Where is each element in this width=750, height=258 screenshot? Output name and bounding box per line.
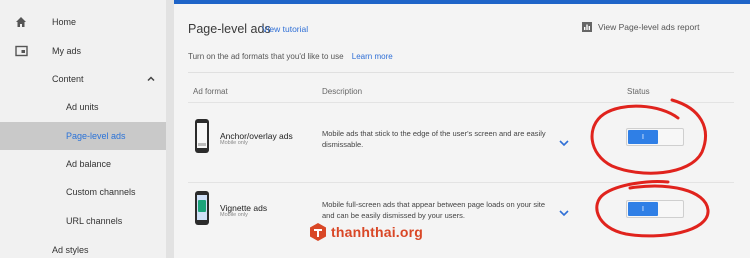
sidebar-item-label: My ads xyxy=(52,46,82,56)
intro-label: Turn on the ad formats that you'd like t… xyxy=(188,52,344,61)
watermark-text: thanhthai.org xyxy=(331,224,424,240)
toggle-on-knob: I xyxy=(628,202,658,216)
divider xyxy=(188,102,734,103)
column-header-ad-format: Ad format xyxy=(193,87,228,96)
sidebar-item-label: Page-level ads xyxy=(66,131,126,141)
home-icon xyxy=(14,15,28,29)
ad-format-subtitle: Mobile only xyxy=(220,140,248,146)
phone-screen xyxy=(197,195,207,220)
status-toggle-vignette[interactable]: I xyxy=(626,200,684,218)
sidebar-item-ad-units[interactable]: Ad units xyxy=(0,93,166,121)
ad-format-description: Mobile ads that stick to the edge of the… xyxy=(322,129,546,149)
divider xyxy=(188,182,734,183)
sidebar-item-content[interactable]: Content xyxy=(0,65,166,93)
ad-format-description: Mobile full-screen ads that appear betwe… xyxy=(322,200,546,220)
view-report-label: View Page-level ads report xyxy=(598,22,700,32)
phone-preview-anchor xyxy=(195,119,209,153)
toggle-on-knob: I xyxy=(628,130,658,144)
chevron-down-icon[interactable] xyxy=(558,135,570,147)
sidebar-item-label: Ad styles xyxy=(52,245,89,255)
watermark: thanhthai.org xyxy=(308,222,423,242)
chevron-up-icon[interactable] xyxy=(146,74,156,84)
column-header-status: Status xyxy=(627,87,650,96)
learn-more-link[interactable]: Learn more xyxy=(352,52,393,61)
sidebar-item-ad-styles[interactable]: Ad styles xyxy=(0,236,166,258)
anchor-ad-bar xyxy=(198,143,206,146)
sidebar-item-label: Ad balance xyxy=(66,159,112,169)
ads-icon xyxy=(14,44,28,58)
sidebar-item-custom-channels[interactable]: Custom channels xyxy=(0,178,166,206)
sidebar-item-label: URL channels xyxy=(66,216,123,226)
column-header-description: Description xyxy=(322,87,363,96)
sidebar-item-label: Custom channels xyxy=(66,187,136,197)
view-report-link[interactable]: View Page-level ads report xyxy=(582,22,699,32)
sidebar-item-label: Content xyxy=(52,74,84,84)
vignette-ad-card xyxy=(198,200,206,212)
phone-screen xyxy=(197,123,207,148)
status-toggle-anchor[interactable]: I xyxy=(626,128,684,146)
sidebar-item-home[interactable]: Home xyxy=(0,8,166,36)
sidebar-item-my-ads[interactable]: My ads xyxy=(0,37,166,65)
sidebar-item-ad-balance[interactable]: Ad balance xyxy=(0,150,166,178)
sidebar-item-label: Ad units xyxy=(66,102,99,112)
page-title: Page-level ads xyxy=(188,22,271,36)
sidebar-item-url-channels[interactable]: URL channels xyxy=(0,207,166,235)
chevron-down-icon[interactable] xyxy=(558,205,570,217)
thanhthai-logo-icon xyxy=(308,222,328,242)
sidebar-scrollbar[interactable] xyxy=(166,0,174,258)
main-content: Page-level ads View tutorial View Page-l… xyxy=(174,4,750,258)
sidebar-item-label: Home xyxy=(52,17,77,27)
phone-preview-vignette xyxy=(195,191,209,225)
sidebar-item-page-level-ads[interactable]: Page-level ads xyxy=(0,122,166,150)
view-tutorial-link[interactable]: View tutorial xyxy=(262,24,308,34)
ad-format-subtitle: Mobile only xyxy=(220,212,248,218)
bar-chart-icon xyxy=(582,22,592,32)
divider xyxy=(188,72,734,73)
app-window: Home My ads Content Ad units Page-level … xyxy=(0,0,750,258)
intro-text: Turn on the ad formats that you'd like t… xyxy=(188,52,393,61)
sidebar: Home My ads Content Ad units Page-level … xyxy=(0,0,166,258)
